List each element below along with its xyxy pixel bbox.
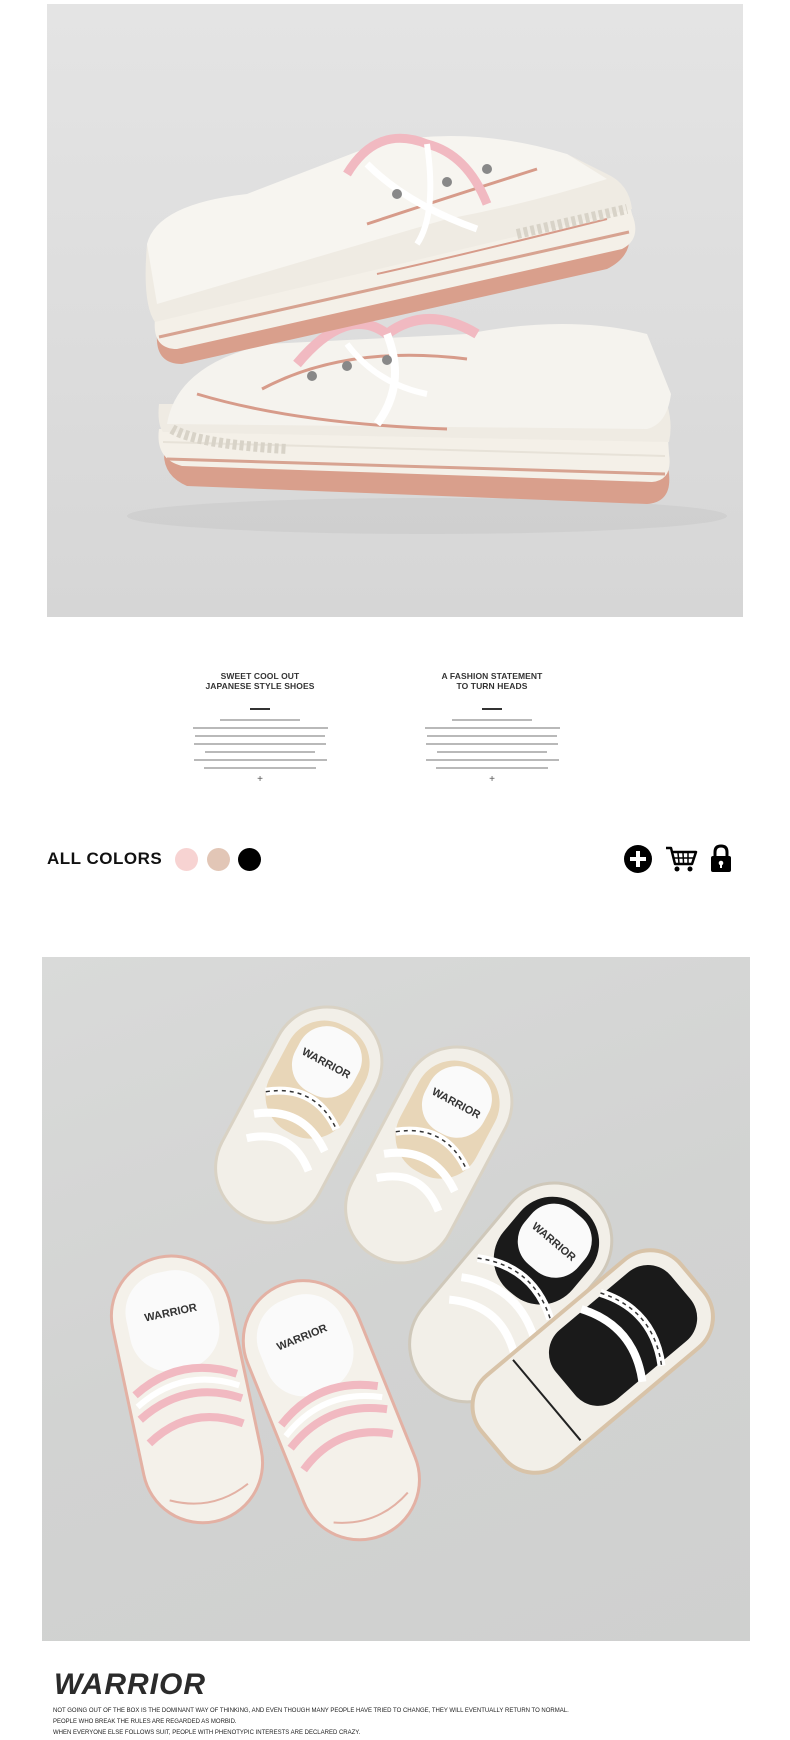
feature-text-line bbox=[194, 743, 326, 745]
feature-text-line bbox=[427, 735, 557, 737]
shopping-cart-icon[interactable] bbox=[664, 844, 698, 874]
feature-japanese-style: SWEET COOL OUT JAPANESE STYLE SHOES + bbox=[175, 671, 345, 785]
feature-text-line bbox=[425, 759, 559, 761]
all-colors-label: ALL COLORS bbox=[47, 849, 163, 868]
product-photo-stacked-sneakers bbox=[47, 4, 743, 617]
feature-text-line bbox=[426, 743, 558, 745]
feature-divider bbox=[482, 708, 502, 710]
plus-circle-icon[interactable] bbox=[623, 844, 653, 874]
brand-tagline-line: NOT GOING OUT OF THE BOX IS THE DOMINANT… bbox=[53, 1708, 569, 1714]
feature-text-line bbox=[436, 767, 548, 769]
brand-tagline-line: WHEN EVERYONE ELSE FOLLOWS SUIT, PEOPLE … bbox=[53, 1730, 361, 1736]
feature-plus-mark: + bbox=[257, 774, 263, 785]
color-swatch-pink[interactable] bbox=[175, 848, 198, 871]
feature-divider bbox=[250, 708, 270, 710]
brand-tagline-line: PEOPLE WHO BREAK THE RULES ARE REGARDED … bbox=[53, 1719, 237, 1725]
feature-text-line bbox=[205, 751, 315, 753]
pink-pair: WARRIOR WARRIOR bbox=[109, 1254, 421, 1542]
feature-text-line bbox=[424, 727, 560, 729]
feature-heading: SWEET COOL OUT JAPANESE STYLE SHOES bbox=[205, 671, 315, 691]
color-swatch-black[interactable] bbox=[238, 848, 261, 871]
feature-text-line bbox=[452, 719, 532, 721]
feature-fashion-statement: A FASHION STATEMENT TO TURN HEADS + bbox=[407, 671, 577, 785]
feature-text-line bbox=[195, 735, 325, 737]
feature-text-line bbox=[192, 727, 328, 729]
feature-text-line bbox=[437, 751, 547, 753]
feature-text-line bbox=[220, 719, 300, 721]
feature-plus-mark: + bbox=[489, 774, 495, 785]
feature-text-line bbox=[204, 767, 316, 769]
feature-text-line bbox=[193, 759, 327, 761]
padlock-icon[interactable] bbox=[709, 844, 733, 874]
color-swatch-beige[interactable] bbox=[207, 848, 230, 871]
feature-heading: A FASHION STATEMENT TO TURN HEADS bbox=[441, 671, 543, 691]
brand-title: WARRIOR bbox=[54, 1668, 206, 1701]
product-photo-color-variants: WARRIOR WARRIOR WARRIOR WARRIOR WARRIOR bbox=[42, 957, 750, 1641]
